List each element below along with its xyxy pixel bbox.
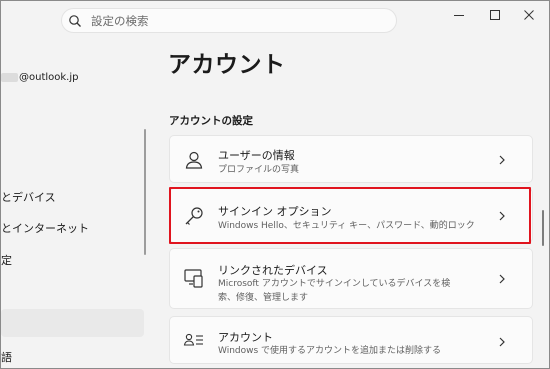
- account-email: @outlook.jp: [1, 72, 79, 83]
- user-info-card[interactable]: ユーザーの情報 プロファイルの写真: [169, 135, 533, 183]
- main-scrollbar[interactable]: [542, 210, 544, 246]
- nav-item-selected[interactable]: [1, 309, 144, 337]
- user-icon: [185, 151, 203, 169]
- linked-devices-title: リンクされたデバイス: [218, 264, 328, 277]
- user-info-title: ユーザーの情報: [218, 149, 295, 162]
- linked-devices-desc: Microsoft アカウントでサインインしているデバイスを検索、修復、管理しま…: [218, 279, 451, 303]
- nav-item-personalization[interactable]: 定: [1, 252, 12, 268]
- nav-scrollbar[interactable]: [144, 129, 146, 255]
- chevron-right-icon: [499, 155, 505, 165]
- user-info-desc: プロファイルの写真: [218, 165, 300, 175]
- chevron-right-icon: [499, 274, 505, 284]
- accounts-card[interactable]: アカウント Windows で使用するアカウントを追加または削除する: [169, 316, 533, 364]
- accounts-list-icon: [183, 333, 203, 346]
- search-box[interactable]: 設定の検索: [61, 8, 397, 33]
- chevron-right-icon: [499, 337, 505, 347]
- accounts-desc: Windows で使用するアカウントを追加または削除する: [218, 346, 442, 356]
- minimize-icon: [454, 15, 464, 16]
- nav-item-language[interactable]: 語: [1, 349, 12, 365]
- close-button[interactable]: [516, 6, 544, 24]
- search-input[interactable]: 設定の検索: [91, 13, 149, 29]
- maximize-icon: [490, 10, 500, 20]
- linked-devices-icon: [184, 269, 203, 288]
- search-icon: [69, 15, 81, 27]
- close-icon: [524, 10, 534, 20]
- settings-window: 設定の検索 @outlook.jp とデバイス とインターネット 定 語 アカウ…: [0, 0, 550, 369]
- page-title: アカウント: [168, 52, 286, 78]
- redacted-name: [1, 72, 18, 82]
- highlight-box: [169, 187, 531, 244]
- linked-devices-card[interactable]: リンクされたデバイス Microsoft アカウントでサインインしているデバイス…: [169, 248, 533, 309]
- minimize-button[interactable]: [446, 6, 474, 24]
- maximize-button[interactable]: [482, 6, 510, 24]
- nav-item-devices[interactable]: とデバイス: [1, 189, 56, 205]
- nav-item-network[interactable]: とインターネット: [1, 220, 89, 236]
- section-label: アカウントの設定: [169, 115, 253, 127]
- accounts-title: アカウント: [218, 331, 273, 344]
